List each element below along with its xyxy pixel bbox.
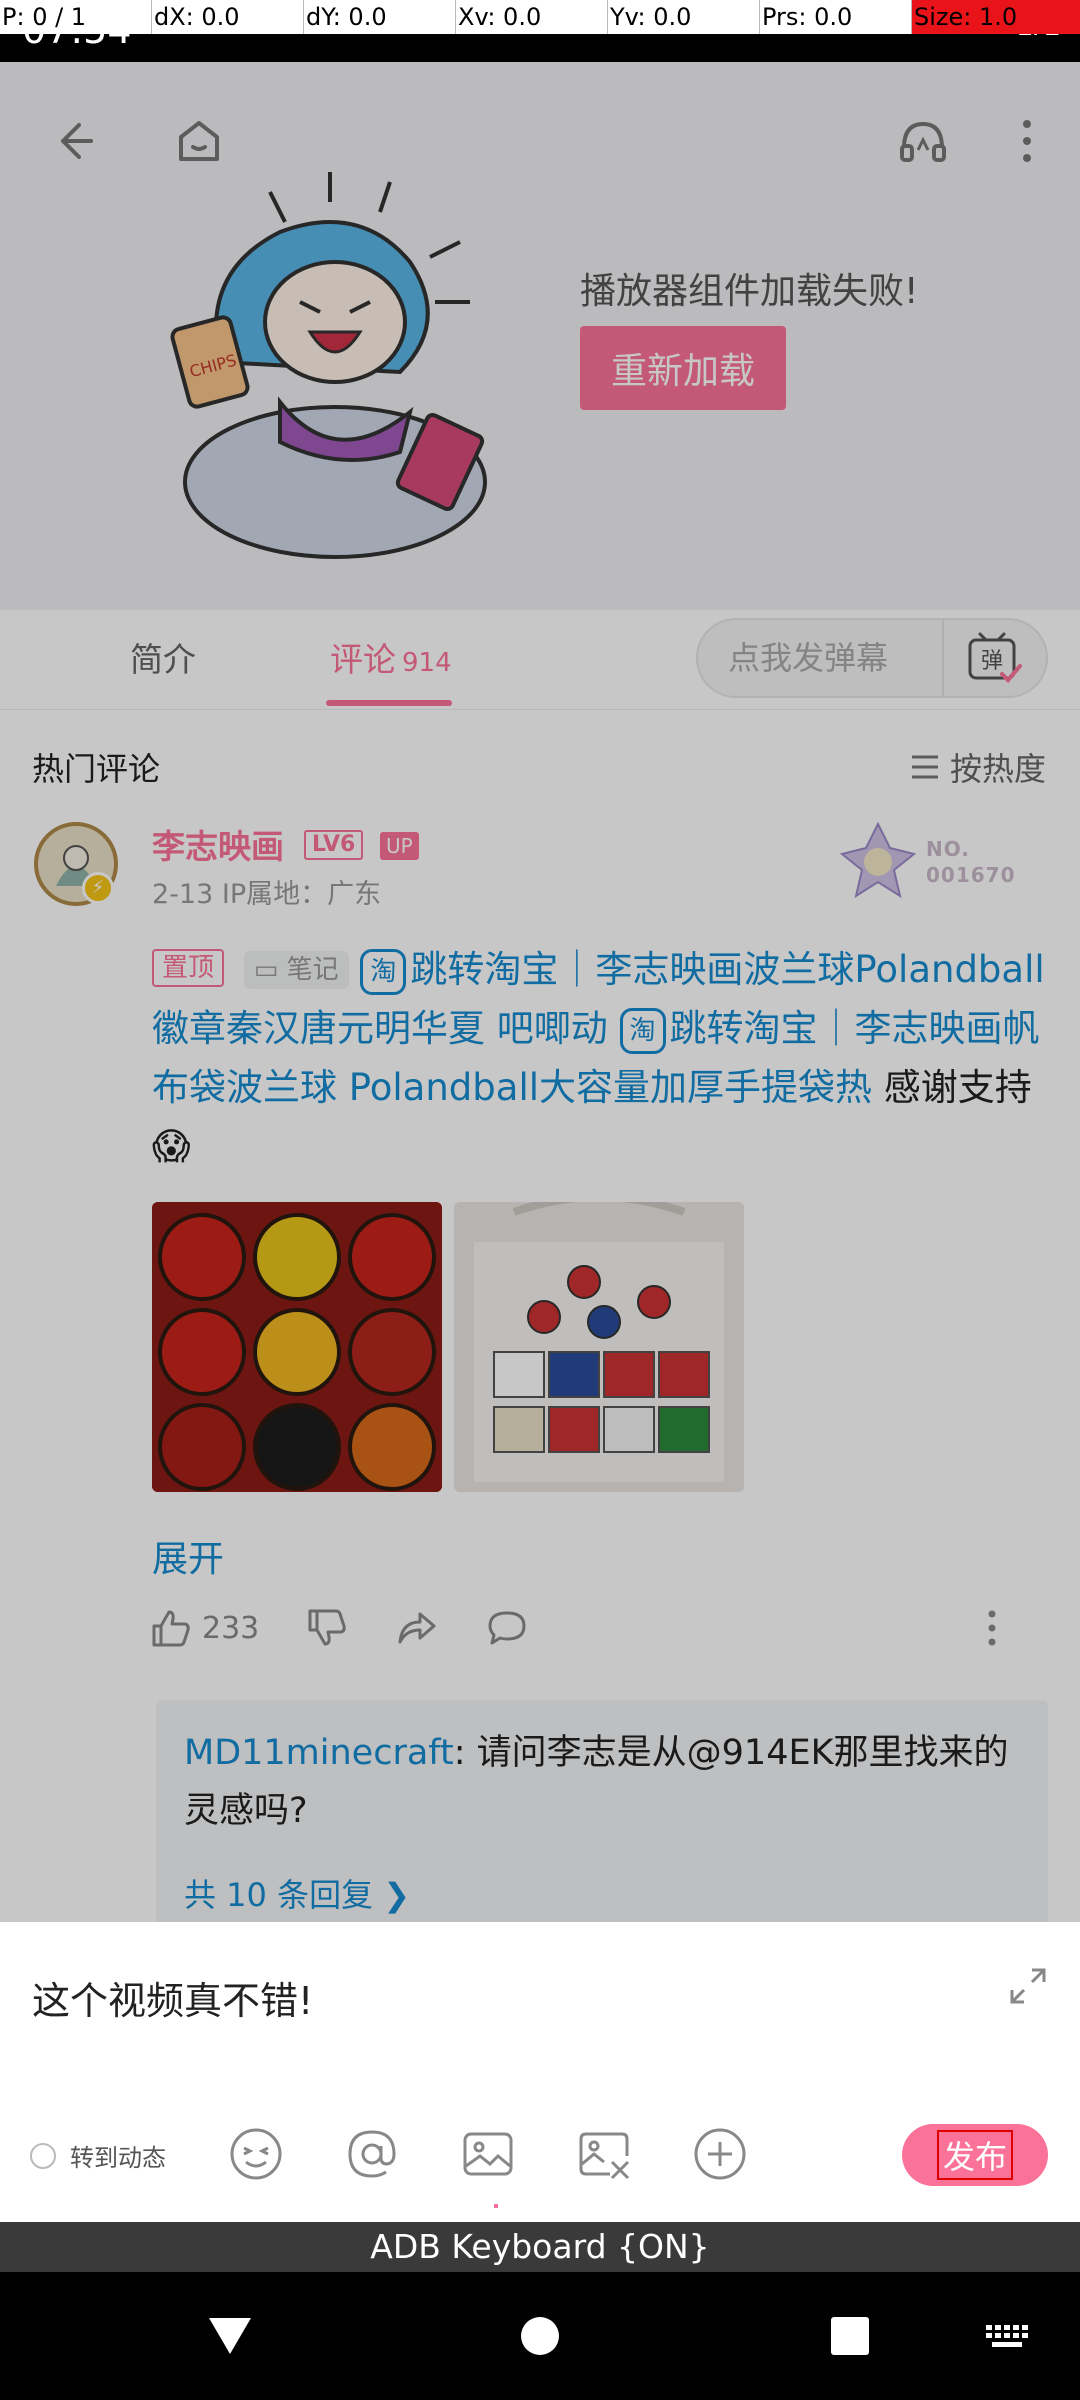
- at-icon[interactable]: [344, 2126, 400, 2182]
- publish-button[interactable]: 发布: [902, 2124, 1048, 2186]
- app-root: P: 0 / 1 dX: 0.0 dY: 0.0 Xv: 0.0 Yv: 0.0…: [0, 0, 1080, 2400]
- keyboard-switch-icon[interactable]: [962, 2272, 1052, 2400]
- nav-recents-icon[interactable]: [810, 2272, 890, 2400]
- cursor-dot: [494, 2204, 498, 2208]
- nav-back-icon[interactable]: [190, 2272, 270, 2400]
- system-nav-bar: [0, 2272, 1080, 2400]
- nav-home-icon[interactable]: [500, 2272, 580, 2400]
- debug-dy: dY: 0.0: [304, 0, 456, 34]
- debug-prs: Prs: 0.0: [760, 0, 912, 34]
- plus-icon[interactable]: [692, 2126, 748, 2182]
- pointer-debug-bar: P: 0 / 1 dX: 0.0 dY: 0.0 Xv: 0.0 Yv: 0.0…: [0, 0, 1080, 34]
- edit-image-icon[interactable]: [576, 2126, 632, 2182]
- expand-icon[interactable]: [1008, 1966, 1048, 2006]
- dim-overlay[interactable]: [0, 62, 1080, 1922]
- debug-dx: dX: 0.0: [152, 0, 304, 34]
- status-bar: P: 0 / 1 dX: 0.0 dY: 0.0 Xv: 0.0 Yv: 0.0…: [0, 0, 1080, 62]
- debug-yv: Yv: 0.0: [608, 0, 760, 34]
- debug-size: Size: 1.0: [912, 0, 1080, 34]
- repost-radio[interactable]: [30, 2142, 56, 2169]
- publish-label: 发布: [936, 2130, 1013, 2180]
- repost-toggle[interactable]: 转到动态: [30, 2138, 166, 2173]
- repost-label: 转到动态: [70, 2144, 166, 2172]
- comment-input-sheet: 这个视频真不错! 转到动态 发布: [0, 1922, 1080, 2222]
- debug-xv: Xv: 0.0: [456, 0, 608, 34]
- input-toolbar: 转到动态 发布: [0, 2118, 1080, 2188]
- comment-input[interactable]: 这个视频真不错!: [32, 1970, 313, 2025]
- image-icon[interactable]: [460, 2126, 516, 2182]
- emoji-icon[interactable]: [228, 2126, 284, 2182]
- keyboard-status-bar: ADB Keyboard {ON}: [0, 2222, 1080, 2272]
- debug-pointer: P: 0 / 1: [0, 0, 152, 34]
